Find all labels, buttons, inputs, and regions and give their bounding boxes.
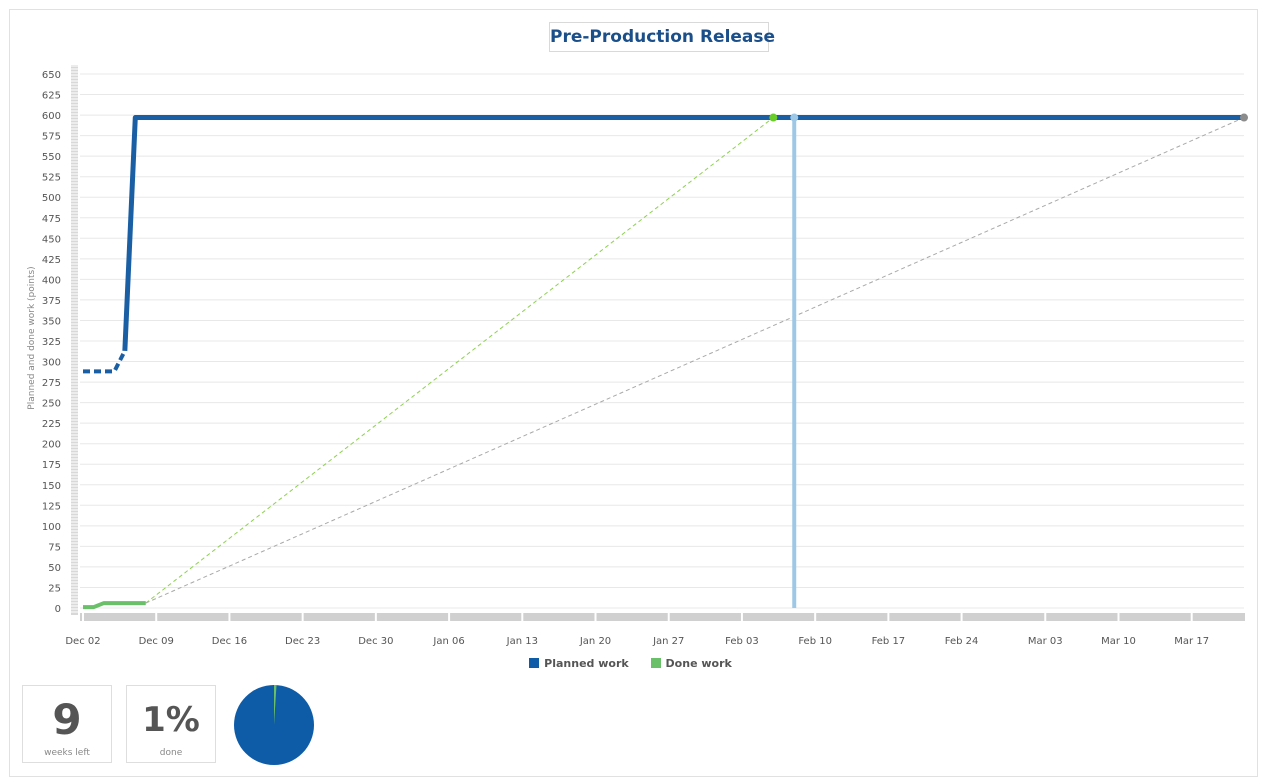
- y-tick-label: 50: [48, 563, 61, 574]
- done-work-line: [83, 601, 146, 610]
- y-tick-label: 225: [42, 419, 61, 430]
- x-tick-label: Dec 16: [212, 636, 247, 647]
- y-tick-label: 550: [42, 152, 61, 163]
- x-tick-label: Dec 30: [358, 636, 393, 647]
- y-tick-label: 300: [42, 358, 61, 369]
- y-tick-label: 525: [42, 173, 61, 184]
- y-tick-label: 125: [42, 501, 61, 512]
- x-tick-label: Jan 20: [579, 636, 611, 647]
- legend-swatch-planned: [529, 658, 540, 668]
- legend-item-done[interactable]: Done work: [650, 657, 732, 670]
- y-tick-label: 625: [42, 91, 61, 102]
- x-tick-label: Feb 03: [725, 636, 759, 647]
- weeks-left-value: 9: [52, 695, 82, 744]
- y-tick-label: 25: [48, 583, 61, 594]
- projection-line: [145, 117, 1245, 604]
- done-percent-card: 1% done: [126, 685, 216, 763]
- y-tick-label: 325: [42, 337, 61, 348]
- done-percent-value: 1%: [142, 700, 200, 740]
- y-axis-label: Planned and done work (points): [27, 266, 37, 409]
- y-tick-label: 275: [42, 378, 61, 389]
- completion-pie: [234, 685, 314, 765]
- y-tick-label: 450: [42, 234, 61, 245]
- y-tick-label: 200: [42, 440, 61, 451]
- forecast-marker: [790, 113, 799, 122]
- x-axis-band: [80, 613, 1245, 621]
- forecast-marker: [1240, 113, 1248, 122]
- weeks-left-label: weeks left: [44, 748, 90, 758]
- planned-work-line: [122, 115, 1244, 351]
- x-tick-label: Mar 17: [1174, 636, 1209, 647]
- legend-item-planned[interactable]: Planned work: [529, 657, 629, 670]
- legend-swatch-done: [650, 658, 661, 668]
- y-tick-label: 400: [42, 275, 61, 286]
- x-tick-label: Jan 27: [652, 636, 684, 647]
- y-tick-label: 650: [42, 70, 61, 81]
- projection-line: [145, 117, 774, 604]
- x-tick-label: Feb 10: [798, 636, 832, 647]
- y-tick-label: 150: [42, 481, 61, 492]
- legend-label-done: Done work: [665, 657, 732, 670]
- y-tick-label: 500: [42, 193, 61, 204]
- y-tick-label: 475: [42, 214, 61, 225]
- forecast-marker: [769, 113, 778, 122]
- y-tick-label: 0: [55, 604, 61, 615]
- y-tick-label: 375: [42, 296, 61, 307]
- burnup-chart: 0 25 50 75 100 125 150 175 200 225 250 275 300 325 350…: [27, 65, 1248, 647]
- x-tick-label: Mar 10: [1101, 636, 1136, 647]
- x-tick-label: Jan 13: [506, 636, 538, 647]
- y-tick-label: 100: [42, 522, 61, 533]
- y-tick-label: 250: [42, 399, 61, 410]
- y-tick-label: 75: [48, 542, 61, 553]
- weeks-left-card: 9 weeks left: [22, 685, 112, 763]
- x-tick-label: Dec 23: [285, 636, 320, 647]
- x-tick-label: Dec 02: [65, 636, 100, 647]
- legend-label-planned: Planned work: [544, 657, 629, 670]
- x-tick-label: Dec 09: [139, 636, 174, 647]
- y-tick-label: 600: [42, 111, 61, 122]
- done-percent-label: done: [159, 748, 183, 758]
- y-tick-label: 350: [42, 316, 61, 327]
- x-tick-label: Feb 24: [945, 636, 979, 647]
- x-tick-label: Feb 17: [872, 636, 906, 647]
- x-tick-label: Jan 06: [432, 636, 464, 647]
- y-tick-label: 575: [42, 132, 61, 143]
- y-tick-label: 175: [42, 460, 61, 471]
- y-tick-label: 425: [42, 255, 61, 266]
- x-tick-label: Mar 03: [1028, 636, 1063, 647]
- chart-legend: Planned work Done work: [0, 657, 1261, 670]
